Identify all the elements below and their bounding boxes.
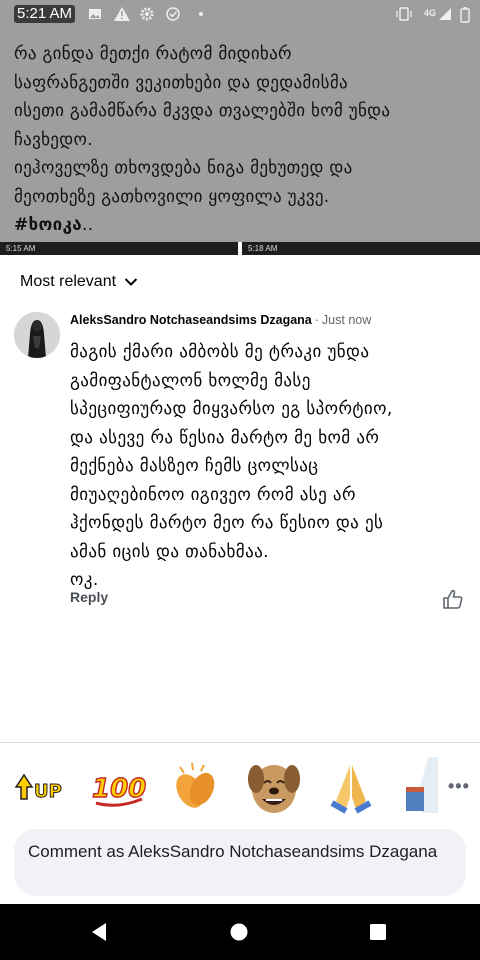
settings-icon	[140, 7, 154, 21]
comment-line: ოკ.	[70, 570, 99, 590]
comment-line: ამან იცის და თანახმაა.	[70, 541, 269, 562]
comment-line: მიუაღებინოო იგივეო რომ ასე არ	[70, 484, 356, 505]
comment-line: სპეციფიურად მიყვარსო ეგ სპორტიო,	[70, 399, 393, 419]
thumbnail-left: 5:15 AM	[0, 242, 238, 255]
status-bar: 5:21 AM 4G	[0, 0, 480, 30]
comment-header: AleksSandro Notchaseandsims Dzagana · Just…	[70, 313, 371, 327]
screenshot-thumbnails: 5:15 AM 5:18 AM	[0, 242, 480, 256]
thumbs-up-icon[interactable]	[442, 588, 464, 610]
sort-label: Most relevant	[20, 273, 117, 290]
thumbnail-left-time: 5:15 AM	[6, 244, 36, 253]
comment-line: ჰქონდეს მარტო მეო რა წესიო და ეს	[70, 513, 384, 533]
vibrate-icon	[396, 7, 412, 21]
comment-line: მაგის ქმარი ამბობს მე ტრაკი უნდა	[70, 342, 370, 362]
comment-line: მექნება მასზეო ჩემს ცოლსაც	[70, 456, 319, 476]
battery-icon	[458, 7, 472, 23]
clapping-hands-sticker[interactable]	[170, 757, 222, 817]
status-time: 5:21 AM	[14, 5, 76, 23]
comment-author[interactable]: AleksSandro Notchaseandsims Dzagana	[70, 313, 312, 327]
android-nav-bar	[0, 904, 480, 960]
signal-icon	[438, 7, 452, 21]
more-options-icon[interactable]: •••	[448, 776, 470, 797]
avatar[interactable]	[14, 312, 60, 358]
gallery-icon	[88, 7, 102, 21]
comment-line: გამიფანტალონ ხოლმე მასე	[70, 370, 311, 391]
svg-text:UP: UP	[34, 781, 62, 802]
comment-body: მაგის ქმარი ამბობს მე ტრაკი უნდა გამიფან…	[70, 338, 450, 595]
thumbnail-right: 5:18 AM	[242, 242, 480, 255]
laughing-dog-sticker[interactable]	[246, 757, 302, 817]
comment-input[interactable]: Comment as AleksSandro Notchaseandsims D…	[14, 829, 466, 896]
partial-sticker[interactable]	[402, 757, 440, 817]
up-sticker[interactable]: UP	[12, 757, 68, 817]
dot-icon	[194, 7, 208, 21]
post-hashtag-line: #ხოიკა..	[14, 211, 470, 240]
post-line: ჩავხედო.	[14, 129, 93, 150]
thumbnail-right-time: 5:18 AM	[248, 244, 278, 253]
hashtag-link[interactable]: #ხოიკა	[14, 215, 82, 235]
post-line: მეოთხეზე გათხოვილი ყოფილა უკვე.	[14, 186, 330, 207]
recents-icon[interactable]	[364, 918, 392, 946]
praying-hands-sticker[interactable]	[326, 757, 376, 817]
meta-separator: ·	[314, 313, 319, 327]
warning-icon	[114, 7, 130, 21]
sort-dropdown[interactable]: Most relevant	[20, 273, 138, 291]
100-sticker[interactable]: 100	[90, 757, 148, 817]
post-line: იეჰოველზე თხოვდება ნიგა მეხუთედ და	[14, 158, 353, 178]
home-icon[interactable]	[225, 918, 253, 946]
comment-line: და ასევე რა წესია მარტო მე ხომ არ	[70, 427, 380, 448]
chevron-down-icon	[124, 278, 138, 286]
check-circle-icon	[166, 7, 180, 21]
network-label: 4G	[424, 8, 437, 18]
post-line: ისეთი გამამწარა მკვდა თვალებში ხომ უნდა	[14, 101, 391, 121]
post-line: საფრანგეთში ვეკითხები და დედამისმა	[14, 72, 348, 93]
hashtag-tail: ..	[82, 215, 94, 235]
post-line: რა გინდა მეთქი რატომ მიდიხარ	[14, 44, 292, 64]
comment-timestamp: Just now	[321, 313, 372, 327]
back-icon[interactable]	[86, 918, 114, 946]
reply-button[interactable]: Reply	[70, 589, 108, 605]
post-text: რა გინდა მეთქი რატომ მიდიხარ საფრანგეთში…	[14, 40, 470, 240]
divider	[0, 742, 480, 743]
